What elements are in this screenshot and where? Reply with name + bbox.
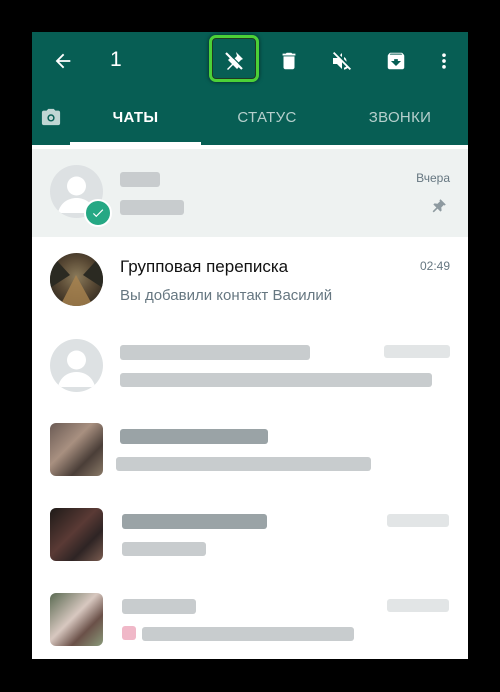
blurred-time: [387, 599, 449, 612]
blurred-contact-name: [122, 514, 267, 529]
chat-row-blurred[interactable]: [32, 407, 468, 495]
blurred-contact-name: [120, 172, 160, 187]
more-vert-icon: [442, 52, 446, 69]
back-button[interactable]: [43, 32, 83, 89]
avatar: [50, 508, 103, 561]
blurred-time: [384, 345, 450, 358]
blurred-contact-name: [120, 345, 310, 360]
phone-screen: 1 ЧАТЫ СТАТУС ЗВОНКИ Вчера Групповая пер…: [32, 32, 468, 659]
back-arrow-icon: [55, 53, 71, 68]
chat-row-blurred[interactable]: [32, 323, 468, 411]
app-header: 1 ЧАТЫ СТАТУС ЗВОНКИ: [32, 32, 468, 145]
blurred-time: [387, 514, 449, 527]
pin-icon: [430, 197, 448, 220]
archive-icon: [387, 52, 405, 69]
delete-button[interactable]: [269, 32, 309, 89]
blurred-last-message: [142, 627, 354, 641]
selected-count: 1: [110, 48, 122, 71]
tab-status[interactable]: СТАТУС: [204, 89, 330, 145]
avatar: [50, 593, 103, 646]
chat-time: 02:49: [419, 259, 450, 273]
blurred-last-message: [120, 200, 184, 215]
unpin-button[interactable]: [214, 32, 254, 89]
chat-row-selected[interactable]: Вчера: [32, 149, 468, 237]
blurred-last-message: [116, 457, 371, 471]
blurred-contact-name: [122, 599, 196, 614]
chat-name: Групповая переписка: [120, 257, 289, 276]
chat-row-blurred[interactable]: [32, 492, 468, 580]
avatar: [50, 423, 103, 476]
mute-button[interactable]: [322, 32, 362, 89]
chat-row-blurred[interactable]: [32, 577, 468, 659]
default-avatar-icon: [58, 350, 95, 387]
active-tab-indicator: [70, 142, 201, 145]
delete-icon: [282, 52, 296, 69]
chat-last-message: Вы добавили контакт Василий: [120, 287, 333, 304]
blurred-emoji: [122, 626, 136, 640]
selected-check-icon: [84, 199, 112, 227]
archive-button[interactable]: [376, 32, 416, 89]
tab-calls[interactable]: ЗВОНКИ: [337, 89, 463, 145]
unpin-icon: [225, 51, 244, 70]
mute-icon: [333, 51, 351, 70]
group-avatar: [50, 253, 103, 306]
selection-toolbar: 1: [32, 32, 468, 89]
tab-bar: ЧАТЫ СТАТУС ЗВОНКИ: [32, 89, 468, 145]
blurred-contact-name: [120, 429, 268, 444]
tab-chats[interactable]: ЧАТЫ: [70, 89, 201, 145]
avatar: [50, 339, 103, 392]
chat-time: Вчера: [416, 171, 450, 185]
chat-row-group[interactable]: Групповая переписка Вы добавили контакт …: [32, 237, 468, 325]
blurred-last-message: [122, 542, 206, 556]
more-options-button[interactable]: [424, 32, 464, 89]
blurred-last-message: [120, 373, 432, 387]
